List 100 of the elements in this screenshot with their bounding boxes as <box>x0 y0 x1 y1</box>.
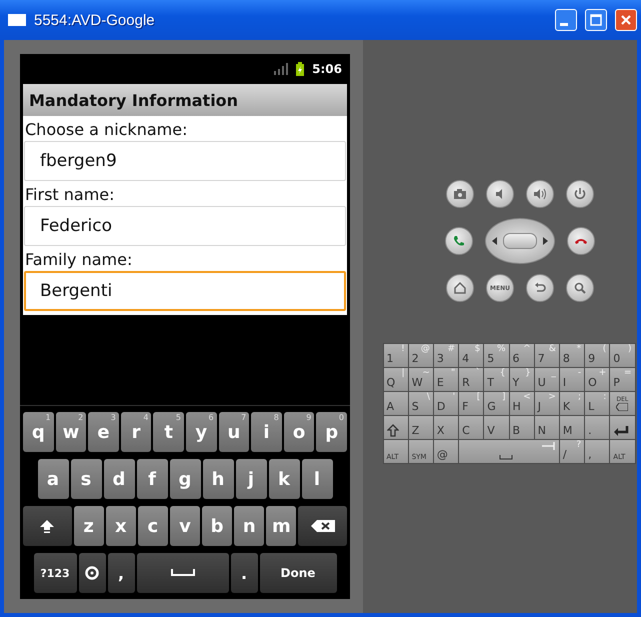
keyboard-key[interactable]: F [ <box>459 392 484 415</box>
center-button[interactable] <box>503 233 537 249</box>
left-arrow-icon <box>492 237 497 245</box>
keyboard-key[interactable]: t 5 <box>153 412 184 452</box>
text-field[interactable]: Bergenti <box>24 271 346 311</box>
keyboard-key[interactable]: m <box>266 506 296 546</box>
keyboard-key[interactable]: , <box>585 440 610 463</box>
keyboard-key[interactable]: i 8 <box>251 412 282 452</box>
close-button[interactable] <box>615 9 637 31</box>
keyboard-key[interactable]: U _ <box>534 368 559 391</box>
speaker-loud-button[interactable] <box>526 180 554 208</box>
keyboard-key[interactable]: B <box>510 416 534 439</box>
keyboard-key[interactable]: L : <box>585 392 610 415</box>
keyboard-key[interactable]: O + <box>585 368 610 391</box>
keyboard-key[interactable]: r 4 <box>120 412 152 452</box>
keyboard-key[interactable]: , <box>108 553 134 593</box>
keyboard-key[interactable]: f <box>136 459 168 499</box>
keyboard-key[interactable]: S \ <box>408 392 433 415</box>
keyboard-key[interactable]: b <box>202 506 232 546</box>
keyboard-key[interactable]: 1 ! <box>384 344 408 367</box>
shift-key[interactable] <box>22 506 72 546</box>
keyboard-key[interactable]: x <box>106 506 136 546</box>
key-hint: + <box>598 368 606 378</box>
keyboard-key[interactable]: u 7 <box>218 412 250 452</box>
delete-key[interactable] <box>298 506 348 546</box>
keyboard-key[interactable]: Y } <box>510 368 534 391</box>
keyboard-key[interactable]: 2 @ <box>408 344 433 367</box>
text-field[interactable]: Federico <box>24 206 346 246</box>
keyboard-key[interactable]: . <box>230 553 258 593</box>
shift-icon <box>39 518 56 534</box>
shift-key[interactable] <box>384 416 408 439</box>
keyboard-key[interactable]: 0 ) <box>610 344 634 367</box>
keyboard-key[interactable]: ?123 <box>34 553 76 593</box>
keyboard-key[interactable]: / ? <box>560 440 584 463</box>
keyboard-key[interactable]: K ; <box>560 392 584 415</box>
search-button[interactable] <box>566 274 594 302</box>
text-field[interactable]: fbergen9 <box>24 141 346 181</box>
keyboard-key[interactable]: R ` <box>459 368 484 391</box>
keyboard-key[interactable]: 9 ( <box>585 344 610 367</box>
keyboard-key[interactable]: e 3 <box>88 412 119 452</box>
keyboard-key[interactable]: 8 * <box>560 344 584 367</box>
keyboard-key[interactable]: 6 ^ <box>510 344 534 367</box>
camera-button[interactable] <box>446 180 474 208</box>
keyboard-key[interactable]: 3 # <box>434 344 458 367</box>
keyboard-key[interactable]: o 9 <box>284 412 314 452</box>
keyboard-key[interactable]: y 6 <box>186 412 217 452</box>
field-label: Family name: <box>24 249 134 271</box>
keyboard-key[interactable]: V <box>484 416 508 439</box>
power-button[interactable] <box>566 180 594 208</box>
keyboard-key[interactable]: Q | <box>384 368 408 391</box>
minimize-button[interactable] <box>555 9 577 31</box>
keyboard-key[interactable]: P = <box>610 368 634 391</box>
keyboard-key[interactable]: h <box>202 459 234 499</box>
keyboard-key[interactable]: X <box>434 416 458 439</box>
keyboard-key[interactable]: 5 % <box>484 344 508 367</box>
keyboard-key[interactable]: q 1 <box>23 412 54 452</box>
speaker-button[interactable] <box>486 180 514 208</box>
keyboard-key[interactable]: 4 $ <box>459 344 484 367</box>
keyboard-key[interactable]: . <box>585 416 610 439</box>
keyboard-key[interactable]: G ] <box>484 392 508 415</box>
keyboard-key[interactable]: D ' <box>434 392 458 415</box>
keyboard-key[interactable]: a <box>38 459 68 499</box>
settings-key[interactable] <box>78 553 106 593</box>
keyboard-key[interactable]: c <box>138 506 168 546</box>
hang-up-button[interactable] <box>567 227 595 255</box>
keyboard-key[interactable]: k <box>268 459 300 499</box>
keyboard-key[interactable]: p 0 <box>316 412 347 452</box>
maximize-button[interactable] <box>585 9 607 31</box>
keyboard-key[interactable]: Z <box>408 416 433 439</box>
key-hint: * <box>576 344 582 354</box>
keyboard-key[interactable]: E " <box>434 368 458 391</box>
keyboard-key[interactable]: d <box>104 459 134 499</box>
enter-icon <box>613 425 630 437</box>
enter-key[interactable] <box>610 416 634 439</box>
back-arrow-button[interactable] <box>526 274 554 302</box>
keyboard-key[interactable]: l <box>302 459 332 499</box>
keyboard-key[interactable]: T { <box>484 368 508 391</box>
keyboard-key[interactable]: @ <box>434 440 458 463</box>
keyboard-key[interactable]: A <box>384 392 408 415</box>
key-hint: 9 <box>306 413 312 422</box>
keyboard-key[interactable]: M <box>560 416 584 439</box>
keyboard-key[interactable]: C <box>459 416 484 439</box>
keyboard-key[interactable]: z <box>74 506 104 546</box>
keyboard-key[interactable]: 7 & <box>534 344 559 367</box>
keyboard-key[interactable]: J > <box>534 392 559 415</box>
keyboard-key[interactable]: W ~ <box>408 368 433 391</box>
keyboard-key[interactable]: N <box>534 416 559 439</box>
keyboard-key[interactable]: s <box>70 459 102 499</box>
keyboard-key[interactable]: n <box>234 506 264 546</box>
keyboard-key[interactable]: v <box>170 506 200 546</box>
keyboard-key[interactable]: w 2 <box>56 412 86 452</box>
keyboard-key[interactable]: j <box>236 459 266 499</box>
keyboard-key[interactable]: H < <box>510 392 534 415</box>
field-label: First name: <box>24 184 116 206</box>
phone-button[interactable] <box>445 227 473 255</box>
done-key[interactable]: Done <box>260 553 336 593</box>
keyboard-key[interactable]: I - <box>560 368 584 391</box>
keyboard-key[interactable]: g <box>170 459 200 499</box>
home-button[interactable] <box>446 274 474 302</box>
window-title: 5554:AVD-Google <box>34 12 156 28</box>
